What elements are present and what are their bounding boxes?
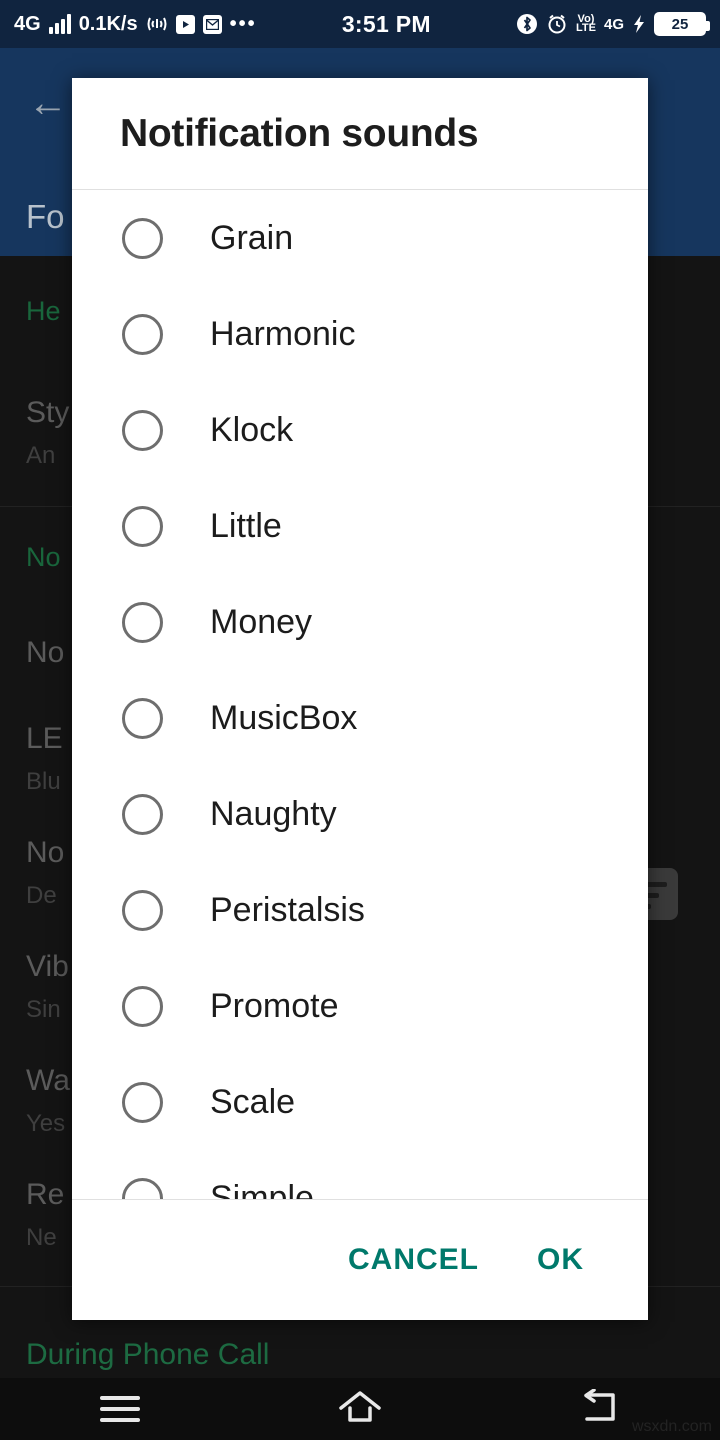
settings-item-title[interactable]: Sty xyxy=(26,396,69,430)
settings-item-title[interactable]: No xyxy=(26,836,64,870)
settings-item-subtitle: Sin xyxy=(26,996,61,1023)
back-icon xyxy=(579,1387,621,1430)
radio-button-icon[interactable] xyxy=(122,505,163,547)
nav-menu-button[interactable] xyxy=(0,1396,240,1422)
system-nav-bar xyxy=(0,1378,720,1440)
radio-button-icon[interactable] xyxy=(122,697,163,739)
radio-button-icon[interactable] xyxy=(122,985,163,1027)
settings-section-header: He xyxy=(26,296,61,326)
radio-button-icon[interactable] xyxy=(122,217,163,259)
more-dots-icon: ••• xyxy=(229,13,257,35)
cancel-button[interactable]: CANCEL xyxy=(332,1233,495,1287)
bluetooth-icon xyxy=(516,13,538,35)
settings-item-subtitle: Blu xyxy=(26,768,61,795)
watermark: wsxdn.com xyxy=(631,1418,712,1435)
list-item[interactable]: Harmonic xyxy=(72,286,648,382)
settings-item-subtitle: Ne xyxy=(26,1224,57,1251)
radio-button-icon[interactable] xyxy=(122,1081,163,1123)
mail-icon xyxy=(202,14,222,34)
status-bar-center: 3:51 PM xyxy=(257,11,516,38)
battery-level-label: 25 xyxy=(671,15,689,33)
radio-button-icon[interactable] xyxy=(122,1177,163,1199)
sound-option-label: Grain xyxy=(210,218,294,257)
settings-item-title[interactable]: No xyxy=(26,636,64,670)
charging-bolt-icon xyxy=(632,14,646,34)
sound-option-label: Money xyxy=(210,602,313,641)
sound-option-label: Naughty xyxy=(210,794,337,833)
radio-button-icon[interactable] xyxy=(122,889,163,931)
dialog-title: Notification sounds xyxy=(120,111,479,155)
status-clock: 3:51 PM xyxy=(341,10,431,37)
sound-option-label: Klock xyxy=(210,410,294,449)
nav-home-button[interactable] xyxy=(240,1389,480,1430)
list-item[interactable]: Promote xyxy=(72,958,648,1054)
list-item[interactable]: Peristalsis xyxy=(72,862,648,958)
settings-item-subtitle: An xyxy=(26,442,56,469)
list-item[interactable]: Simple xyxy=(72,1150,648,1199)
dialog-action-bar: CANCEL OK xyxy=(72,1200,648,1320)
sound-option-label: Scale xyxy=(210,1082,296,1121)
settings-section-during-phone-call: During Phone Call xyxy=(26,1338,270,1371)
list-item[interactable]: Klock xyxy=(72,382,648,478)
settings-item-subtitle: Yes xyxy=(26,1110,66,1137)
sound-option-label: Simple xyxy=(210,1178,314,1200)
settings-section-header: No xyxy=(26,542,61,572)
notification-sounds-dialog: Notification sounds Grain Harmonic Klock… xyxy=(72,78,648,1320)
sound-option-label: MusicBox xyxy=(210,698,358,737)
app-header-title: Fo xyxy=(26,198,65,235)
data-speed-label: 0.1K/s xyxy=(78,12,138,35)
radio-button-icon[interactable] xyxy=(122,409,163,451)
radio-button-icon[interactable] xyxy=(122,313,163,355)
status-bar-right: Vo) LTE 4G 25 xyxy=(516,12,710,36)
settings-item-title[interactable]: Vib xyxy=(26,950,69,984)
status-bar-left: 4G 0.1K/s ••• xyxy=(14,13,257,36)
battery-indicator: 25 xyxy=(654,12,710,36)
status-bar: 4G 0.1K/s ••• 3:51 PM Vo) LTE 4G 25 xyxy=(0,0,720,48)
radio-button-icon[interactable] xyxy=(122,601,163,643)
settings-item-title[interactable]: Wa xyxy=(26,1064,70,1098)
network-type-right-label: 4G xyxy=(603,15,624,33)
radio-button-icon[interactable] xyxy=(122,793,163,835)
alarm-clock-icon xyxy=(546,13,568,35)
settings-item-title[interactable]: LE xyxy=(26,722,63,756)
sound-option-label: Peristalsis xyxy=(210,890,365,929)
sound-option-label: Promote xyxy=(210,986,339,1025)
settings-item-title[interactable]: Re xyxy=(26,1178,64,1212)
list-item[interactable]: Money xyxy=(72,574,648,670)
phone-screen: 4G 0.1K/s ••• 3:51 PM Vo) LTE 4G 25 ← Fo… xyxy=(0,0,720,1440)
settings-item-subtitle: De xyxy=(26,882,57,909)
back-arrow-icon[interactable]: ← xyxy=(28,83,72,124)
list-item[interactable]: Grain xyxy=(72,190,648,286)
hotspot-icon xyxy=(146,14,168,34)
list-item[interactable]: Little xyxy=(72,478,648,574)
sound-option-label: Harmonic xyxy=(210,314,356,353)
list-item[interactable]: MusicBox xyxy=(72,670,648,766)
list-item[interactable]: Naughty xyxy=(72,766,648,862)
menu-icon xyxy=(100,1396,140,1422)
ok-button[interactable]: OK xyxy=(521,1233,600,1287)
network-type-label: 4G xyxy=(14,12,41,35)
signal-bars-icon xyxy=(48,14,71,34)
sound-options-list[interactable]: Grain Harmonic Klock Little Money MusicB… xyxy=(72,190,648,1199)
volte-icon: Vo) LTE xyxy=(576,12,596,34)
list-item[interactable]: Scale xyxy=(72,1054,648,1150)
sound-option-label: Little xyxy=(210,506,282,545)
play-icon xyxy=(175,14,195,34)
home-icon xyxy=(337,1389,383,1430)
